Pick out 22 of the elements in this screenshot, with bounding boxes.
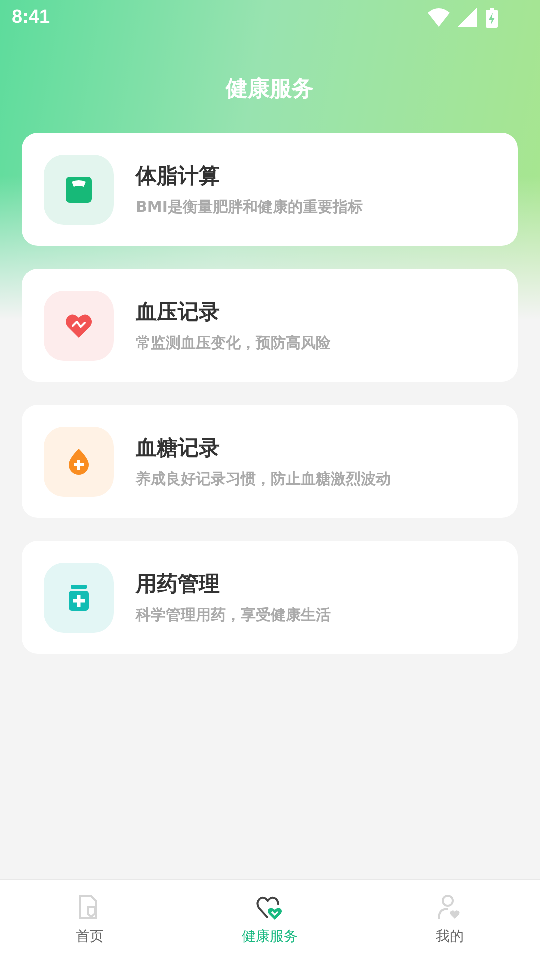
service-description: 常监测血压变化，预防高风险 [136,334,331,353]
wifi-icon [428,8,450,28]
service-title: 血糖记录 [136,435,221,462]
service-title: 用药管理 [136,571,221,598]
scale-icon [65,176,93,204]
service-description: BMI是衡量肥胖和健康的重要指标 [136,198,363,217]
service-card[interactable]: 血压记录 常监测血压变化，预防高风险 [22,269,518,382]
service-description: 养成良好记录习惯，防止血糖激烈波动 [136,470,391,489]
page-title: 健康服务 [226,76,314,104]
heart-icon [65,312,93,340]
service-description: 科学管理用药，享受健康生活 [136,606,331,625]
status-time: 8:41 [12,7,50,29]
service-title: 血压记录 [136,299,221,326]
hearts-icon [256,894,284,922]
service-card[interactable]: 体脂计算 BMI是衡量肥胖和健康的重要指标 [22,133,518,246]
nav-tab[interactable]: 首页 [0,880,180,960]
service-card[interactable]: 血糖记录 养成良好记录习惯，防止血糖激烈波动 [22,405,518,518]
service-title: 体脂计算 [136,163,221,190]
service-card[interactable]: 用药管理 科学管理用药，享受健康生活 [22,541,518,654]
nav-tab[interactable]: 我的 [360,880,540,960]
signal-icon [458,8,478,28]
battery-icon [486,8,498,28]
